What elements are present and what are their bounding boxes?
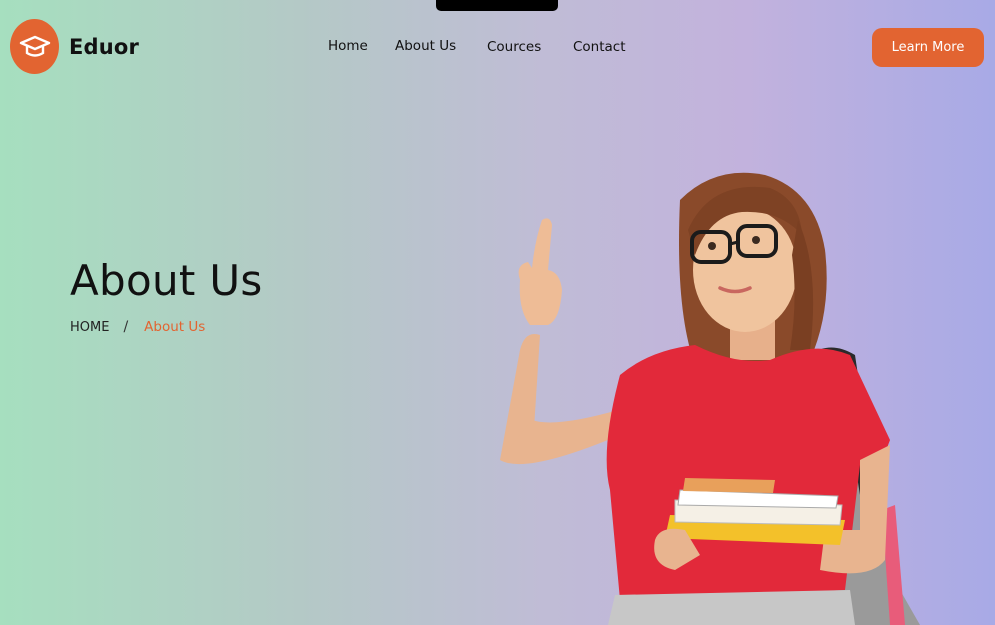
breadcrumb-current: About Us — [144, 319, 206, 335]
student-hero-image — [500, 172, 920, 625]
learn-more-button[interactable]: Learn More — [872, 28, 984, 67]
camera-notch — [436, 0, 558, 11]
nav-cources[interactable]: Cources — [487, 39, 541, 55]
brand-logo[interactable]: Eduor — [10, 19, 139, 74]
nav-home[interactable]: Home — [328, 38, 368, 54]
page-title: About Us — [70, 256, 263, 305]
breadcrumb-separator: / — [123, 319, 129, 335]
nav-contact[interactable]: Contact — [573, 39, 626, 55]
breadcrumb-home-link[interactable]: HOME — [70, 320, 109, 335]
breadcrumb: HOME / About Us — [70, 319, 205, 335]
brand-name: Eduor — [69, 34, 140, 59]
graduation-cap-icon — [10, 19, 59, 74]
nav-about-us[interactable]: About Us — [395, 38, 456, 54]
